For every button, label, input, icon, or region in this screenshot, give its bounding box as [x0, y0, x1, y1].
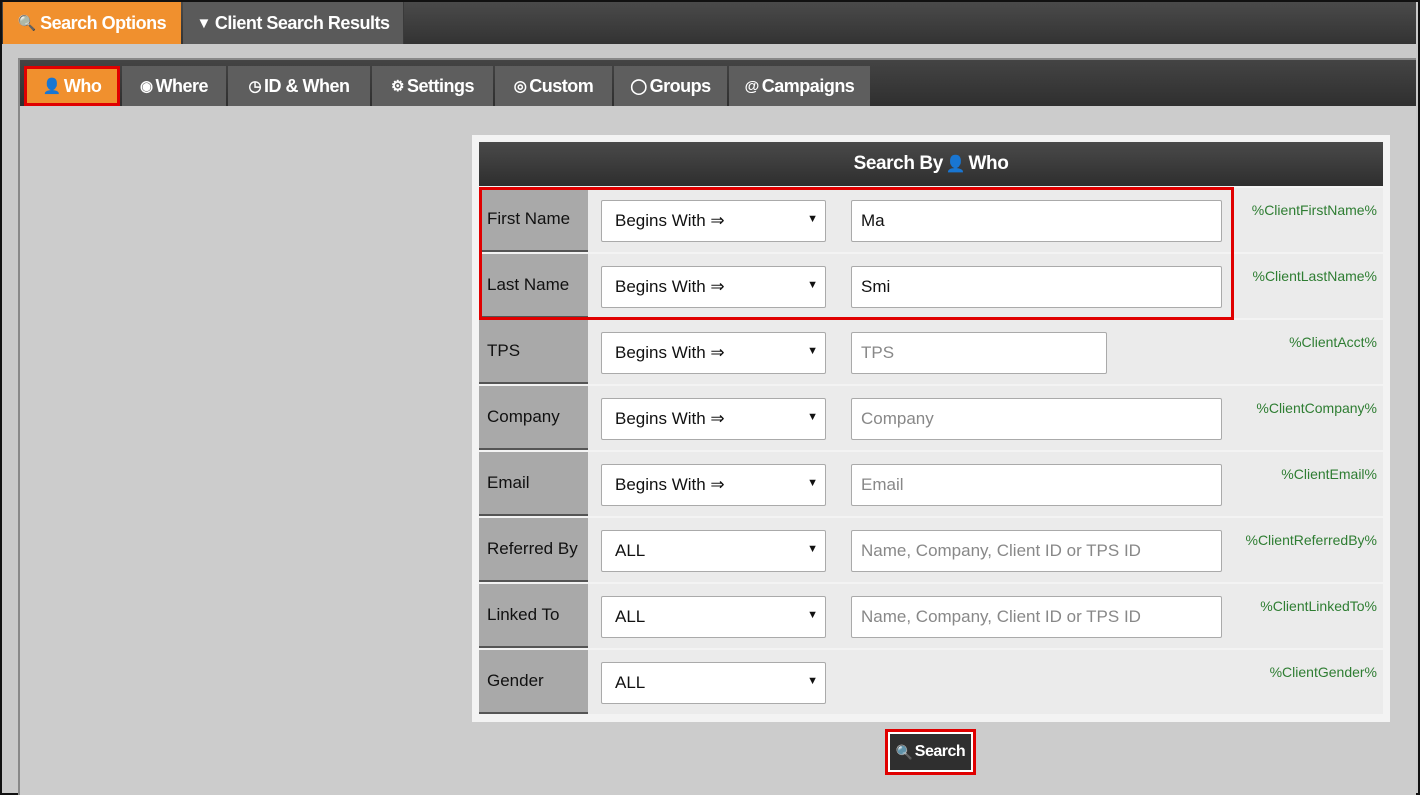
subtab-id-when[interactable]: ◷ ID & When: [228, 66, 370, 106]
search-icon: 🔍: [895, 743, 913, 760]
email-input[interactable]: [851, 464, 1222, 506]
row-referred-by: Referred By ALL ▼ %ClientReferredBy%: [479, 518, 1383, 582]
subtab-where-label: Where: [155, 75, 209, 96]
search-by-suffix: Who: [968, 153, 1009, 174]
variable-tag: %ClientLastName%: [1252, 268, 1378, 284]
variable-tag: %ClientLinkedTo%: [1260, 598, 1377, 614]
row-last-name: Last Name Begins With ⇒ ▼ %ClientLastNam…: [479, 254, 1383, 318]
referred-by-operator-select[interactable]: ALL ▼: [601, 530, 826, 572]
tps-input[interactable]: [851, 332, 1107, 374]
search-button-body[interactable]: 🔍 Search: [890, 734, 971, 770]
filter-icon: ▼: [196, 14, 212, 32]
gender-select[interactable]: ALL ▼: [601, 662, 826, 704]
select-value: Begins With ⇒: [615, 343, 725, 362]
select-value: Begins With ⇒: [615, 475, 725, 494]
row-company: Company Begins With ⇒ ▼ %ClientCompany%: [479, 386, 1383, 450]
linked-to-operator-select[interactable]: ALL ▼: [601, 596, 826, 638]
last-name-input[interactable]: [851, 266, 1222, 308]
subtab-where[interactable]: ◉ Where: [122, 66, 226, 106]
subtab-groups[interactable]: ◯ Groups: [614, 66, 727, 106]
select-value: ALL: [615, 673, 646, 692]
last-name-operator-select[interactable]: Begins With ⇒ ▼: [601, 266, 826, 308]
tps-operator-select[interactable]: Begins With ⇒ ▼: [601, 332, 826, 374]
email-operator-select[interactable]: Begins With ⇒ ▼: [601, 464, 826, 506]
select-value: ALL: [615, 607, 646, 626]
search-by-who-table: Search By 👤 Who First Name Begins With ⇒…: [472, 135, 1390, 722]
search-icon: 🔍: [17, 15, 37, 32]
at-icon: @: [744, 77, 760, 95]
variable-tag: %ClientReferredBy%: [1245, 532, 1378, 548]
search-by-header: Search By 👤 Who: [479, 142, 1383, 186]
company-operator-select[interactable]: Begins With ⇒ ▼: [601, 398, 826, 440]
dropdown-arrow-icon: ▼: [807, 345, 818, 357]
tab-client-search-results-label: Client Search Results: [214, 12, 390, 33]
subtab-campaigns[interactable]: @ Campaigns: [729, 66, 870, 106]
row-label: Email: [479, 452, 588, 516]
subtab-custom-label: Custom: [529, 75, 594, 96]
company-input[interactable]: [851, 398, 1222, 440]
user-icon: 👤: [42, 78, 62, 95]
gear-icon: ⚙: [391, 78, 404, 95]
target-icon: ◎: [513, 78, 527, 95]
subtab-campaigns-label: Campaigns: [761, 75, 855, 96]
variable-tag: %ClientEmail%: [1281, 466, 1377, 482]
map-marker-icon: ◉: [139, 78, 153, 95]
variable-tag: %ClientAcct%: [1289, 334, 1377, 350]
row-label: Company: [479, 386, 588, 450]
first-name-operator-select[interactable]: Begins With ⇒ ▼: [601, 200, 826, 242]
subtab-groups-label: Groups: [649, 75, 712, 96]
row-label: TPS: [479, 320, 588, 384]
linked-to-input[interactable]: [851, 596, 1222, 638]
row-tps: TPS Begins With ⇒ ▼ %ClientAcct%: [479, 320, 1383, 384]
groups-icon: ◯: [630, 78, 647, 95]
subtab-settings-label: Settings: [406, 75, 475, 96]
top-tab-bar: 🔍 Search Options ▼ Client Search Results: [2, 2, 1416, 44]
select-value: ALL: [615, 541, 646, 560]
user-icon: 👤: [945, 156, 966, 173]
subtab-who-label: Who: [63, 75, 102, 96]
row-label: Linked To: [479, 584, 588, 648]
row-linked-to: Linked To ALL ▼ %ClientLinkedTo%: [479, 584, 1383, 648]
row-first-name: First Name Begins With ⇒ ▼ %ClientFirstN…: [479, 188, 1383, 252]
subtab-id-when-label: ID & When: [264, 75, 350, 96]
dropdown-arrow-icon: ▼: [807, 279, 818, 291]
sub-tab-bar: 👤 Who ◉ Where ◷ ID & When ⚙ Settings ◎ C…: [20, 60, 1416, 106]
select-value: Begins With ⇒: [615, 409, 725, 428]
clock-icon: ◷: [248, 78, 262, 95]
variable-tag: %ClientCompany%: [1256, 400, 1377, 416]
variable-tag: %ClientFirstName%: [1251, 202, 1377, 218]
dropdown-arrow-icon: ▼: [807, 609, 818, 621]
subtab-settings[interactable]: ⚙ Settings: [372, 66, 493, 106]
first-name-input[interactable]: [851, 200, 1222, 242]
select-value: Begins With ⇒: [615, 277, 725, 296]
dropdown-arrow-icon: ▼: [807, 543, 818, 555]
row-gender: Gender ALL ▼ %ClientGender%: [479, 650, 1383, 714]
tab-search-options-label: Search Options: [40, 12, 167, 33]
dropdown-arrow-icon: ▼: [807, 477, 818, 489]
referred-by-input[interactable]: [851, 530, 1222, 572]
search-button-label: Search: [914, 743, 966, 760]
row-label: First Name: [479, 188, 588, 252]
search-button[interactable]: 🔍 Search: [885, 729, 976, 775]
subtab-who[interactable]: 👤 Who: [24, 66, 120, 106]
variable-tag: %ClientGender%: [1269, 664, 1377, 680]
subtab-custom[interactable]: ◎ Custom: [495, 66, 612, 106]
tab-client-search-results[interactable]: ▼ Client Search Results: [183, 2, 404, 44]
search-by-prefix: Search By: [853, 153, 944, 174]
dropdown-arrow-icon: ▼: [807, 675, 818, 687]
row-label: Last Name: [479, 254, 588, 318]
dropdown-arrow-icon: ▼: [807, 411, 818, 423]
tab-search-options[interactable]: 🔍 Search Options: [3, 2, 181, 44]
select-value: Begins With ⇒: [615, 211, 725, 230]
row-label: Referred By: [479, 518, 588, 582]
row-label: Gender: [479, 650, 588, 714]
dropdown-arrow-icon: ▼: [807, 213, 818, 225]
row-email: Email Begins With ⇒ ▼ %ClientEmail%: [479, 452, 1383, 516]
